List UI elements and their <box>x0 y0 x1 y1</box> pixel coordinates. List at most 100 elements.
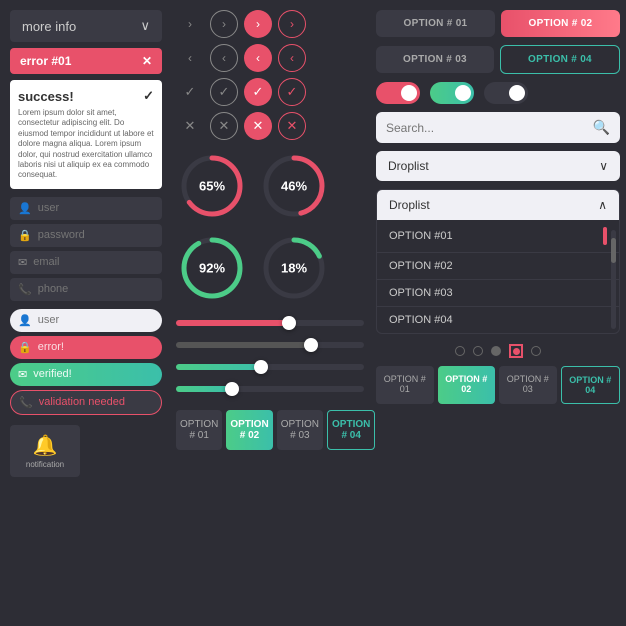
radio-row <box>376 344 620 358</box>
user-field-dark: 👤 <box>10 197 162 220</box>
droplist-chevron-down-icon: ∨ <box>599 159 608 173</box>
radio-4-inner <box>513 348 520 355</box>
phone-icon-warning: 📞 <box>19 396 33 409</box>
toggle-red-knob <box>401 85 417 101</box>
droplist-option-3[interactable]: OPTION #03 <box>377 280 619 307</box>
droplist-chevron-up-icon: ∧ <box>598 198 607 212</box>
user-field-light: 👤 <box>10 309 162 332</box>
user-icon-light: 👤 <box>18 314 32 327</box>
arrow-left-filled[interactable]: ‹ <box>244 44 272 72</box>
search-input[interactable] <box>386 121 587 135</box>
opt-04[interactable]: OPTION # 04 <box>500 45 620 74</box>
phone-field-dark: 📞 <box>10 278 162 301</box>
droplist-option-3-label: OPTION #03 <box>389 287 453 299</box>
email-input-dark[interactable] <box>33 256 154 268</box>
progress-circles-row1: 65% 46% <box>176 150 364 222</box>
option-indicator-1 <box>603 227 607 245</box>
right-arrows-row: › › › › <box>176 10 364 38</box>
droplist-open-header[interactable]: Droplist ∧ <box>377 190 619 220</box>
notification-button[interactable]: 🔔 notification <box>10 425 80 477</box>
cross-outline[interactable]: ✕ <box>210 112 238 140</box>
error-field: 🔒 <box>10 336 162 359</box>
droplist-option-1[interactable]: OPTION #01 <box>377 220 619 253</box>
more-info-dropdown[interactable]: more info ∨ <box>10 10 162 42</box>
option-row-2: OPTION # 03 OPTION # 04 <box>376 45 620 74</box>
chevron-down-icon: ∨ <box>140 18 150 34</box>
slider-3-thumb[interactable] <box>254 360 268 374</box>
radio-5[interactable] <box>531 346 541 356</box>
cross-flat[interactable]: ✕ <box>176 112 204 140</box>
check-flat[interactable]: ✓ <box>176 78 204 106</box>
check-filled[interactable]: ✓ <box>244 78 272 106</box>
tab-option-02[interactable]: OPTION # 02 <box>226 410 272 450</box>
radio-4-selected[interactable] <box>509 344 523 358</box>
slider-2[interactable] <box>176 338 364 352</box>
toggle-dark[interactable] <box>484 82 528 104</box>
error-badge: error #01 ✕ <box>10 48 162 74</box>
email-icon-verified: ✉ <box>18 368 27 381</box>
toggle-red[interactable] <box>376 82 420 104</box>
circle-92: 92% <box>176 232 248 304</box>
arrow-left-circle[interactable]: ‹ <box>278 44 306 72</box>
scrollbar-thumb[interactable] <box>611 238 616 263</box>
email-field-dark: ✉ <box>10 251 162 274</box>
right-tab-03[interactable]: OPTION # 03 <box>499 366 557 404</box>
phone-input-dark[interactable] <box>38 283 154 295</box>
cross-circle[interactable]: ✕ <box>278 112 306 140</box>
warning-input[interactable] <box>39 396 153 408</box>
radio-1[interactable] <box>455 346 465 356</box>
slider-1[interactable] <box>176 316 364 330</box>
radio-3[interactable] <box>491 346 501 356</box>
success-title: success! <box>18 89 74 104</box>
circle-65-label: 65% <box>199 179 225 194</box>
droplist-option-4[interactable]: OPTION #04 <box>377 307 619 333</box>
right-tab-02[interactable]: OPTION # 02 <box>438 366 496 404</box>
droplist-option-2[interactable]: OPTION #02 <box>377 253 619 280</box>
left-column: more info ∨ error #01 ✕ success! ✓ Lorem… <box>10 10 170 616</box>
arrow-left-outline[interactable]: ‹ <box>210 44 238 72</box>
phone-icon: 📞 <box>18 283 32 296</box>
slider-1-thumb[interactable] <box>282 316 296 330</box>
user-icon: 👤 <box>18 202 32 215</box>
verified-field: ✉ <box>10 363 162 386</box>
tab-option-03[interactable]: OPTION # 03 <box>277 410 323 450</box>
slider-2-thumb[interactable] <box>304 338 318 352</box>
scrollbar-track <box>611 230 616 329</box>
search-icon[interactable]: 🔍 <box>593 119 610 136</box>
user-input-light[interactable] <box>38 314 154 326</box>
droplist-closed[interactable]: Droplist ∨ <box>376 151 620 181</box>
right-tab-04[interactable]: OPTION # 04 <box>561 366 621 404</box>
toggle-green[interactable] <box>430 82 474 104</box>
tab-option-01[interactable]: OPTION # 01 <box>176 410 222 450</box>
radio-2[interactable] <box>473 346 483 356</box>
arrow-right-filled[interactable]: › <box>244 10 272 38</box>
circle-18-label: 18% <box>281 261 307 276</box>
success-box: success! ✓ Lorem ipsum dolor sit amet, c… <box>10 80 162 189</box>
arrow-right-outline[interactable]: › <box>210 10 238 38</box>
arrow-right-circle[interactable]: › <box>278 10 306 38</box>
tab-option-04[interactable]: OPTION # 04 <box>327 410 375 450</box>
password-input-dark[interactable] <box>38 229 154 241</box>
opt-03[interactable]: OPTION # 03 <box>376 46 494 73</box>
droplist-option-4-label: OPTION #04 <box>389 314 453 326</box>
verified-input[interactable] <box>33 368 154 380</box>
check-circle[interactable]: ✓ <box>278 78 306 106</box>
arrow-left-flat[interactable]: ‹ <box>176 44 204 72</box>
lock-icon-error: 🔒 <box>18 341 32 354</box>
more-info-label: more info <box>22 19 76 34</box>
email-icon: ✉ <box>18 256 27 269</box>
slider-4-thumb[interactable] <box>225 382 239 396</box>
lock-icon: 🔒 <box>18 229 32 242</box>
slider-3[interactable] <box>176 360 364 374</box>
opt-01[interactable]: OPTION # 01 <box>376 10 495 37</box>
right-tab-01[interactable]: OPTION # 01 <box>376 366 434 404</box>
user-input-dark[interactable] <box>38 202 154 214</box>
error-input[interactable] <box>38 341 154 353</box>
arrow-right-flat[interactable]: › <box>176 10 204 38</box>
success-body: Lorem ipsum dolor sit amet, consectetur … <box>18 108 154 181</box>
check-outline[interactable]: ✓ <box>210 78 238 106</box>
error-close-icon[interactable]: ✕ <box>142 54 152 68</box>
cross-filled[interactable]: ✕ <box>244 112 272 140</box>
slider-4[interactable] <box>176 382 364 396</box>
opt-02[interactable]: OPTION # 02 <box>501 10 620 37</box>
